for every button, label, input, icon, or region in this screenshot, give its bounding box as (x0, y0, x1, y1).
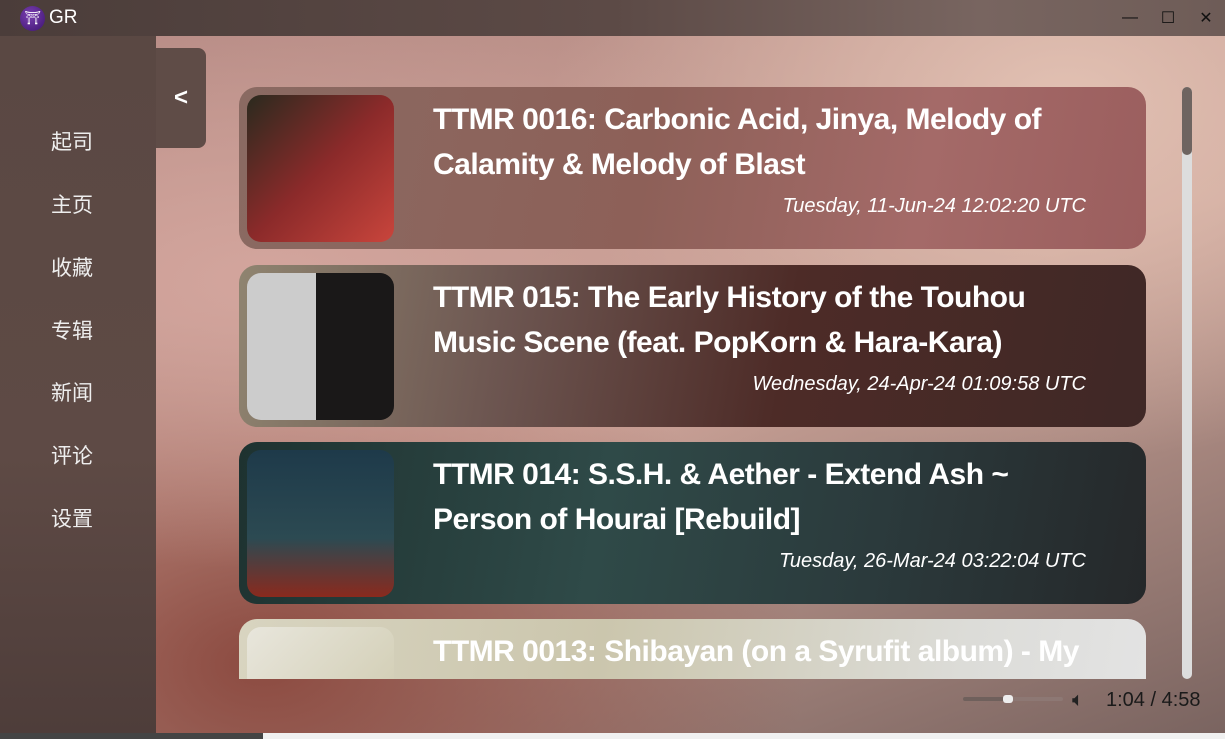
post-title: TTMR 0013: Shibayan (on a Syrufit album)… (433, 635, 1079, 668)
sidebar-item-reviews[interactable]: 评论 (0, 440, 156, 470)
playback-time: 1:04 / 4:58 (1106, 689, 1201, 711)
sidebar: 起司 主页 收藏 专辑 新闻 评论 设置 (0, 36, 156, 733)
album-cover-image (247, 95, 394, 242)
title-bar: ⛩ GR — ☐ ✕ (0, 0, 1225, 36)
sidebar-item-settings[interactable]: 设置 (0, 503, 156, 533)
torii-gate-icon: ⛩ (20, 5, 45, 31)
post-title: TTMR 0016: Carbonic Acid, Jinya, Melody … (433, 103, 1042, 181)
post-card[interactable]: TTMR 014: S.S.H. & Aether - Extend Ash ~… (239, 442, 1146, 604)
post-title: TTMR 015: The Early History of the Touho… (433, 281, 1026, 359)
scrollbar-thumb[interactable] (1182, 87, 1192, 155)
sidebar-item-home[interactable]: 主页 (0, 189, 156, 219)
post-list: TTMR 0016: Carbonic Acid, Jinya, Melody … (239, 87, 1146, 679)
album-cover-image (247, 627, 394, 679)
album-cover-image (247, 273, 394, 420)
post-card[interactable]: TTMR 0013: Shibayan (on a Syrufit album)… (239, 619, 1146, 679)
app-title: GR (49, 7, 78, 28)
album-cover-image (247, 450, 394, 597)
playback-progress-bar[interactable] (0, 733, 1225, 739)
sidebar-item-albums[interactable]: 专辑 (0, 315, 156, 345)
post-card[interactable]: TTMR 015: The Early History of the Touho… (239, 265, 1146, 427)
post-card[interactable]: TTMR 0016: Carbonic Acid, Jinya, Melody … (239, 87, 1146, 249)
playback-progress-fill (0, 733, 264, 739)
sidebar-item-cheese[interactable]: 起司 (0, 126, 156, 156)
maximize-button[interactable]: ☐ (1149, 0, 1187, 36)
volume-slider[interactable] (963, 695, 1063, 703)
post-date: Tuesday, 26-Mar-24 03:22:04 UTC (779, 550, 1086, 572)
post-date: Tuesday, 11-Jun-24 12:02:20 UTC (782, 195, 1087, 217)
post-title: TTMR 014: S.S.H. & Aether - Extend Ash ~… (433, 458, 1009, 536)
sidebar-item-favorites[interactable]: 收藏 (0, 252, 156, 282)
volume-thumb[interactable] (1003, 695, 1013, 703)
post-date: Wednesday, 24-Apr-24 01:09:58 UTC (752, 373, 1086, 395)
close-button[interactable]: ✕ (1187, 0, 1225, 36)
sidebar-item-news[interactable]: 新闻 (0, 377, 156, 407)
volume-fill (963, 697, 1008, 701)
minimize-button[interactable]: — (1111, 0, 1149, 36)
collapse-sidebar-button[interactable]: < (156, 48, 206, 148)
scrollbar[interactable] (1182, 87, 1192, 679)
speaker-icon[interactable]: 🔈︎ (1072, 688, 1084, 712)
